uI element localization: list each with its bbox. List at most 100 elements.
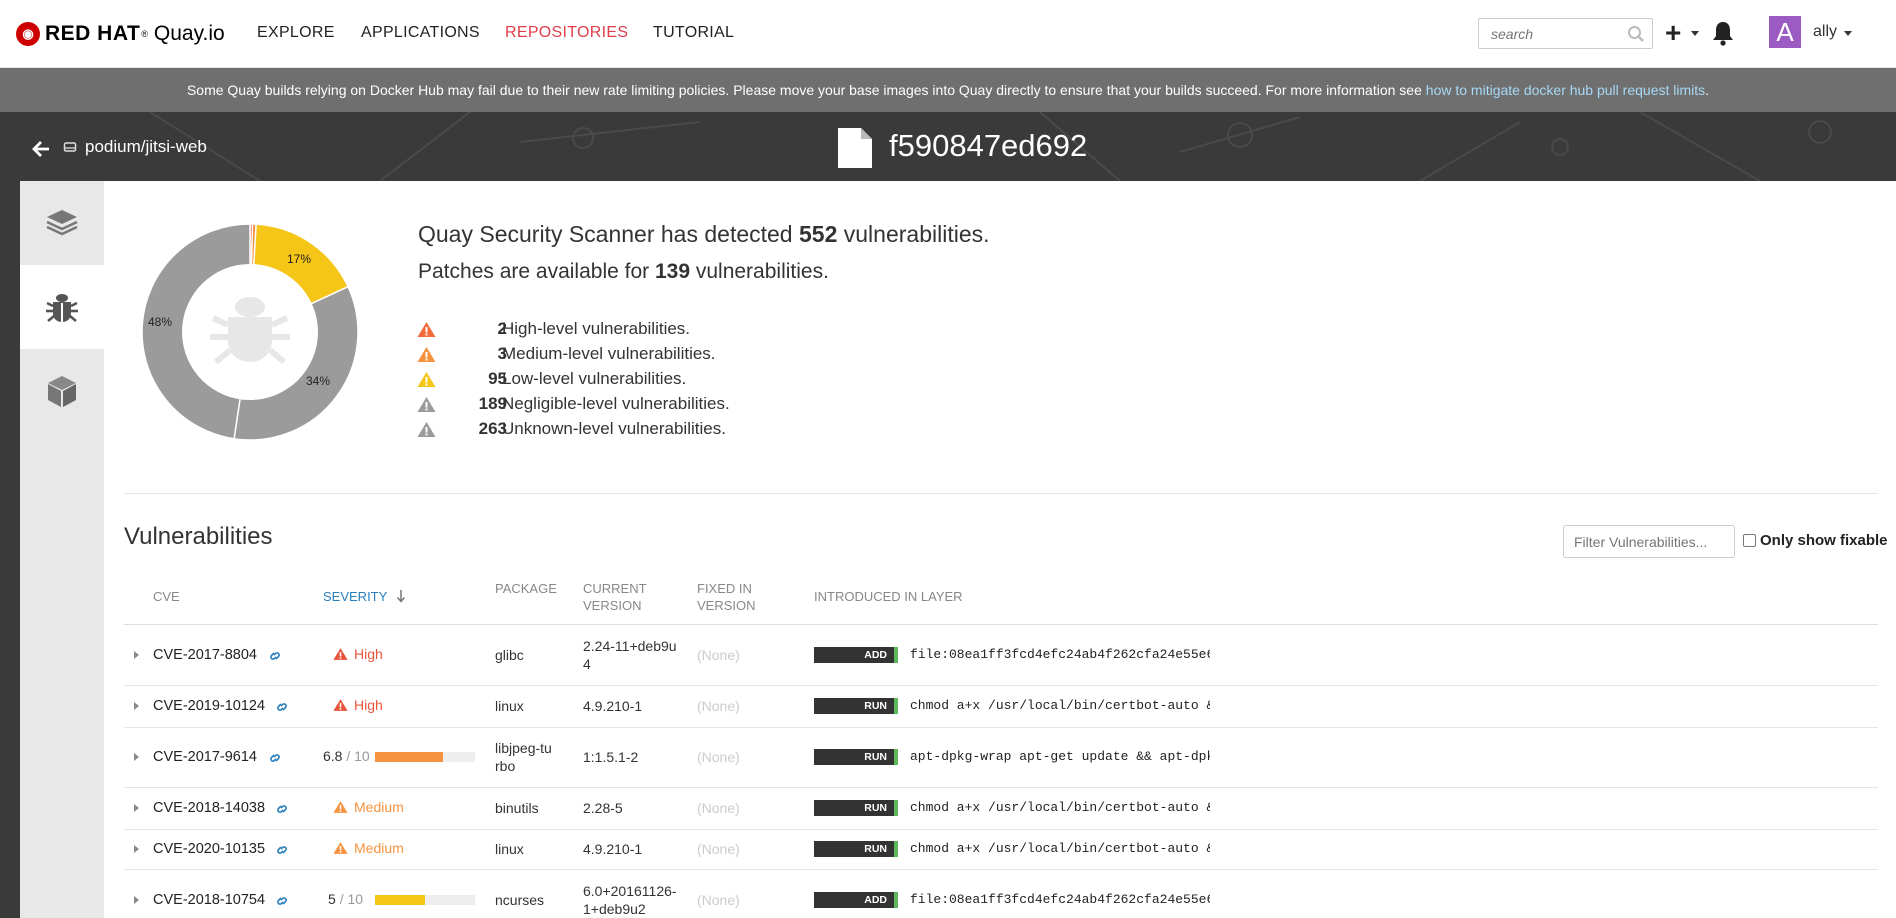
layer-type-badge: RUN	[814, 698, 898, 714]
navbar: ◉ RED HAT ® Quay.io EXPLORE APPLICATIONS …	[0, 0, 1896, 68]
layer-type-badge: RUN	[814, 841, 898, 857]
search-icon[interactable]	[1627, 25, 1645, 43]
manifest-digest: f590847ed692	[889, 128, 1088, 163]
severity-count: 2	[497, 319, 507, 338]
layer-command[interactable]: chmod a+x /usr/local/bin/certbot-auto &&…	[910, 841, 1210, 856]
package-name: linux	[495, 841, 524, 857]
logo-product: Quay.io	[153, 22, 225, 45]
column-cve[interactable]: CVE	[153, 588, 180, 605]
repository-icon	[63, 142, 77, 152]
cvss-score: 5 / 10	[328, 891, 364, 907]
create-new-button[interactable]: +	[1665, 19, 1681, 47]
chevron-down-icon[interactable]	[1844, 31, 1852, 36]
total-vulns: 552	[799, 221, 838, 247]
username[interactable]: ally	[1813, 23, 1837, 41]
column-fixed-version[interactable]: FIXED IN VERSION	[697, 580, 756, 614]
cve-id[interactable]: CVE-2017-9614	[153, 748, 257, 766]
column-severity[interactable]: SEVERITY	[323, 588, 387, 605]
column-current-version[interactable]: CURRENT VERSION	[583, 580, 647, 614]
cve-id[interactable]: CVE-2018-10754	[153, 891, 265, 909]
vulnerabilities-title: Vulnerabilities	[124, 523, 273, 550]
severity-donut-svg	[141, 223, 359, 441]
expand-row-toggle[interactable]	[134, 702, 139, 710]
expand-row-toggle[interactable]	[134, 896, 139, 904]
sort-desc-icon[interactable]	[396, 589, 406, 603]
cve-id[interactable]: CVE-2018-14038	[153, 799, 265, 817]
column-introduced-layer[interactable]: INTRODUCED IN LAYER	[814, 588, 963, 605]
nav-tutorial[interactable]: TUTORIAL	[653, 24, 734, 42]
redhat-logo-icon: ◉	[16, 22, 40, 46]
severity-count: 189	[478, 394, 507, 413]
external-link-icon[interactable]	[275, 803, 289, 815]
layer-command[interactable]: file:08ea1ff3fcd4efc24ab4f262cfa24e55e65…	[910, 892, 1210, 907]
warning-icon	[417, 322, 436, 337]
banner-text: Some Quay builds relying on Docker Hub m…	[186, 82, 1426, 98]
fixed-version: (None)	[697, 698, 740, 714]
expand-row-toggle[interactable]	[134, 804, 139, 812]
expand-row-toggle[interactable]	[134, 845, 139, 853]
package-name: glibc	[495, 647, 524, 663]
external-link-icon[interactable]	[275, 844, 289, 856]
back-arrow-icon[interactable]	[32, 140, 50, 158]
severity-count: 263	[478, 419, 507, 438]
severity-label: Medium	[354, 799, 404, 815]
only-fixable-checkbox[interactable]	[1743, 534, 1756, 547]
layer-command[interactable]: chmod a+x /usr/local/bin/certbot-auto &&…	[910, 698, 1210, 713]
severity-text: Medium-level vulnerabilities.	[502, 344, 716, 363]
bug-icon	[46, 294, 78, 322]
bell-icon[interactable]	[1712, 20, 1734, 46]
nav-explore[interactable]: EXPLORE	[257, 24, 335, 42]
severity-label: High	[354, 646, 383, 662]
warning-icon	[417, 397, 436, 412]
current-version: 4.9.210-1	[583, 698, 643, 714]
external-link-icon[interactable]	[268, 752, 282, 764]
warning-icon	[333, 842, 348, 854]
nav-repositories[interactable]: REPOSITORIES	[505, 24, 628, 42]
cve-id[interactable]: CVE-2019-10124	[153, 697, 265, 715]
column-package[interactable]: PACKAGE	[495, 580, 557, 597]
cvss-score: 6.8 / 10	[323, 748, 370, 764]
severity-label: Medium	[354, 840, 404, 856]
warning-icon	[333, 801, 348, 813]
expand-row-toggle[interactable]	[134, 651, 139, 659]
tab-vulnerabilities[interactable]	[20, 265, 104, 349]
external-link-icon[interactable]	[275, 701, 289, 713]
logo-brand: RED HAT	[45, 22, 141, 45]
current-version: 2.28-5	[583, 800, 623, 816]
layer-command[interactable]: file:08ea1ff3fcd4efc24ab4f262cfa24e55e65…	[910, 647, 1210, 662]
expand-row-toggle[interactable]	[134, 753, 139, 761]
filter-vulnerabilities-input[interactable]	[1563, 525, 1735, 558]
package-name: linux	[495, 698, 524, 714]
scanner-summary: Quay Security Scanner has detected 552 v…	[418, 221, 990, 247]
patches-summary: Patches are available for 139 vulnerabil…	[418, 260, 829, 283]
fixed-version: (None)	[697, 841, 740, 857]
layers-icon	[46, 210, 78, 236]
only-fixable-label[interactable]: Only show fixable	[1760, 532, 1888, 549]
external-link-icon[interactable]	[268, 650, 282, 662]
redhat-quay-logo[interactable]: ◉ RED HAT ® Quay.io	[16, 20, 225, 48]
severity-text: High-level vulnerabilities.	[502, 319, 691, 338]
layer-command[interactable]: chmod a+x /usr/local/bin/certbot-auto &&…	[910, 800, 1210, 815]
repository-link[interactable]: podium/jitsi-web	[85, 137, 207, 157]
severity-text: Low-level vulnerabilities.	[502, 369, 687, 388]
layer-type-badge: RUN	[814, 749, 898, 765]
chevron-down-icon[interactable]	[1691, 31, 1699, 36]
external-link-icon[interactable]	[275, 895, 289, 907]
severity-text: Negligible-level vulnerabilities.	[502, 394, 730, 413]
file-icon	[838, 128, 872, 168]
cve-id[interactable]: CVE-2017-8804	[153, 646, 257, 664]
cvss-score-bar	[375, 895, 475, 905]
banner-link[interactable]: how to mitigate docker hub pull request …	[1426, 82, 1705, 98]
avatar[interactable]: A	[1769, 16, 1801, 48]
severity-text: Unknown-level vulnerabilities.	[502, 419, 726, 438]
donut-label-negligible: 34%	[306, 374, 331, 388]
cve-id[interactable]: CVE-2020-10135	[153, 840, 265, 858]
severity-donut-chart: 17% 34% 48%	[140, 222, 360, 442]
search-input[interactable]	[1479, 19, 1619, 48]
tab-packages[interactable]	[20, 349, 104, 433]
cvss-score-bar	[375, 752, 475, 762]
warning-icon	[417, 422, 436, 437]
nav-applications[interactable]: APPLICATIONS	[361, 24, 480, 42]
layer-command[interactable]: apt-dpkg-wrap apt-get update && apt-dpkg…	[910, 749, 1210, 764]
tab-layers[interactable]	[20, 181, 104, 265]
